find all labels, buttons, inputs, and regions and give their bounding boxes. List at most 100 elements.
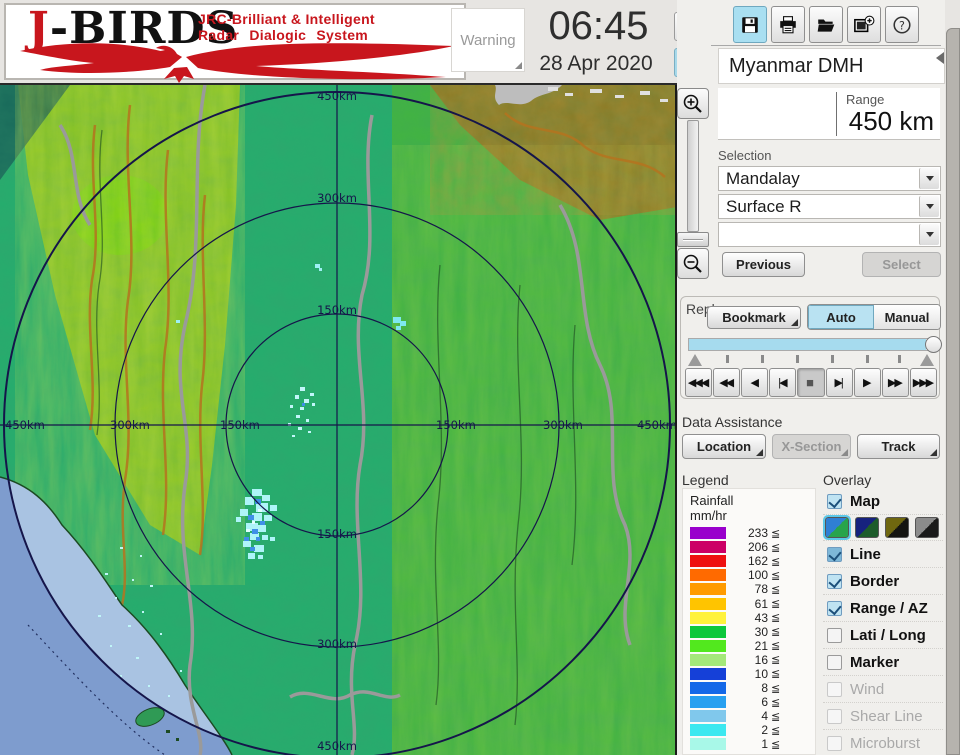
map-checkbox[interactable] xyxy=(827,493,842,509)
overlay-row-marker[interactable]: Marker xyxy=(823,649,943,676)
legend-item: 2 ≦ xyxy=(690,723,815,737)
select-button[interactable]: Select xyxy=(862,252,941,277)
overlay-row-map[interactable]: Map xyxy=(823,488,943,515)
save-icon xyxy=(742,16,758,33)
legend-value: 100 xyxy=(747,568,768,583)
clock-date: 28 Apr 2020 xyxy=(539,52,653,75)
legend-operator: ≦ xyxy=(771,555,781,568)
legend-value: 6 xyxy=(761,695,768,710)
save-button[interactable] xyxy=(733,6,767,43)
track-grip xyxy=(930,449,937,456)
range-az-checkbox[interactable] xyxy=(827,600,842,616)
overlay-row-line[interactable]: Line xyxy=(823,541,943,568)
tick xyxy=(796,355,799,363)
legend-operator: ≦ xyxy=(771,640,781,653)
site-dropdown-button[interactable] xyxy=(919,168,939,189)
product-dropdown-button[interactable] xyxy=(919,196,939,217)
replay-slider[interactable] xyxy=(688,336,942,353)
tick xyxy=(726,355,729,363)
svg-text:?: ? xyxy=(899,19,905,32)
manual-tab[interactable]: Manual xyxy=(874,305,940,329)
legend-value: 2 xyxy=(761,723,768,738)
tick-end-marker xyxy=(920,354,934,366)
bookmark-button[interactable]: Bookmark xyxy=(707,306,801,329)
legend-color xyxy=(690,682,726,695)
border-checkbox[interactable] xyxy=(827,573,842,589)
clock-time: 06:45 xyxy=(548,4,649,48)
legend-value: 233 xyxy=(747,526,768,541)
play-button[interactable]: ▶ xyxy=(853,368,881,397)
legend-item: 6 ≦ xyxy=(690,695,815,709)
step-forward-button[interactable]: ▶| xyxy=(825,368,853,397)
legend-operator: ≦ xyxy=(771,527,781,540)
zoom-slider-handle[interactable] xyxy=(677,232,709,247)
ring-label: 150km xyxy=(317,303,357,317)
legend-label: Legend xyxy=(682,472,729,488)
map-style-3[interactable] xyxy=(885,517,909,538)
location-button[interactable]: Location xyxy=(682,434,766,459)
warning-button[interactable]: Warning xyxy=(451,8,525,72)
warning-label: Warning xyxy=(460,31,516,49)
legend-operator: ≦ xyxy=(771,738,781,751)
xsection-button[interactable]: X-Section xyxy=(772,434,851,459)
jbirds-logo: J-BIRDS JRC-Brilliant & Intelligent Rada… xyxy=(4,3,466,83)
range-divider xyxy=(836,92,837,136)
site-dropdown[interactable]: Mandalay xyxy=(718,166,941,191)
marker-checkbox[interactable] xyxy=(827,654,842,670)
extra-dropdown-button[interactable] xyxy=(919,224,939,245)
range-value: 450 km xyxy=(848,106,934,136)
auto-tab[interactable]: Auto xyxy=(808,305,874,329)
product-dropdown[interactable]: Surface R xyxy=(718,194,941,219)
fast-rewind-3-button[interactable]: ◀◀◀ xyxy=(685,368,713,397)
radar-map[interactable]: 450km 300km 150km 150km 300km 450km 450k… xyxy=(0,85,677,755)
capture-button[interactable] xyxy=(847,6,881,43)
zoom-out-button[interactable] xyxy=(677,248,709,279)
jbirds-app: J-BIRDS JRC-Brilliant & Intelligent Rada… xyxy=(0,0,960,755)
fast-rewind-2-button[interactable]: ◀◀ xyxy=(713,368,741,397)
selection-label: Selection xyxy=(718,148,772,163)
stop-button[interactable]: ■ xyxy=(797,368,825,397)
line-checkbox[interactable] xyxy=(827,546,842,562)
zoom-slider-track[interactable] xyxy=(687,120,699,232)
chevron-down-icon xyxy=(925,176,934,181)
open-folder-button[interactable] xyxy=(809,6,843,43)
overlay-row-border[interactable]: Border xyxy=(823,568,943,595)
track-button[interactable]: Track xyxy=(857,434,940,459)
ring-label: 300km xyxy=(317,191,357,205)
legend-color xyxy=(690,667,726,680)
legend-operator: ≦ xyxy=(771,612,781,625)
map-style-1[interactable] xyxy=(823,515,851,540)
help-button[interactable]: ? xyxy=(885,6,919,43)
map-style-4[interactable] xyxy=(915,517,939,538)
legend-color xyxy=(690,583,726,596)
zoom-in-button[interactable] xyxy=(677,88,709,119)
fast-forward-3-button[interactable]: ▶▶▶ xyxy=(909,368,937,397)
step-back-button[interactable]: |◀ xyxy=(769,368,797,397)
panel-collapse-strip[interactable] xyxy=(946,28,960,755)
overlay-row-lati-long[interactable]: Lati / Long xyxy=(823,622,943,649)
ring-label: 150km xyxy=(220,418,260,432)
product-dropdown-value: Surface R xyxy=(726,196,802,216)
tick xyxy=(866,355,869,363)
ring-label: 300km xyxy=(317,637,357,651)
tick xyxy=(761,355,764,363)
play-backward-button[interactable]: ◀ xyxy=(741,368,769,397)
map-style-2[interactable] xyxy=(855,517,879,538)
extra-dropdown[interactable] xyxy=(718,222,941,247)
ring-label: 450km xyxy=(317,739,357,753)
fast-forward-2-button[interactable]: ▶▶ xyxy=(881,368,909,397)
legend-operator: ≦ xyxy=(771,710,781,723)
lati-long-checkbox[interactable] xyxy=(827,627,842,643)
replay-slider-handle[interactable] xyxy=(925,336,942,353)
range-label: Range xyxy=(846,92,885,107)
legend-operator: ≦ xyxy=(771,598,781,611)
overlay-item-label: Lati / Long xyxy=(850,626,926,644)
legend-value: 4 xyxy=(761,709,768,724)
previous-button[interactable]: Previous xyxy=(722,252,805,277)
overlay-row-range-az[interactable]: Range / AZ xyxy=(823,595,943,622)
rainfall-legend: Rainfall mm/hr 233 ≦ 206 ≦ 162 ≦ 100 ≦ 78 ≦ 6… xyxy=(682,488,816,755)
legend-color xyxy=(690,710,726,723)
print-button[interactable] xyxy=(771,6,805,43)
legend-value: 78 xyxy=(754,582,768,597)
collapse-left-icon[interactable] xyxy=(936,52,944,64)
